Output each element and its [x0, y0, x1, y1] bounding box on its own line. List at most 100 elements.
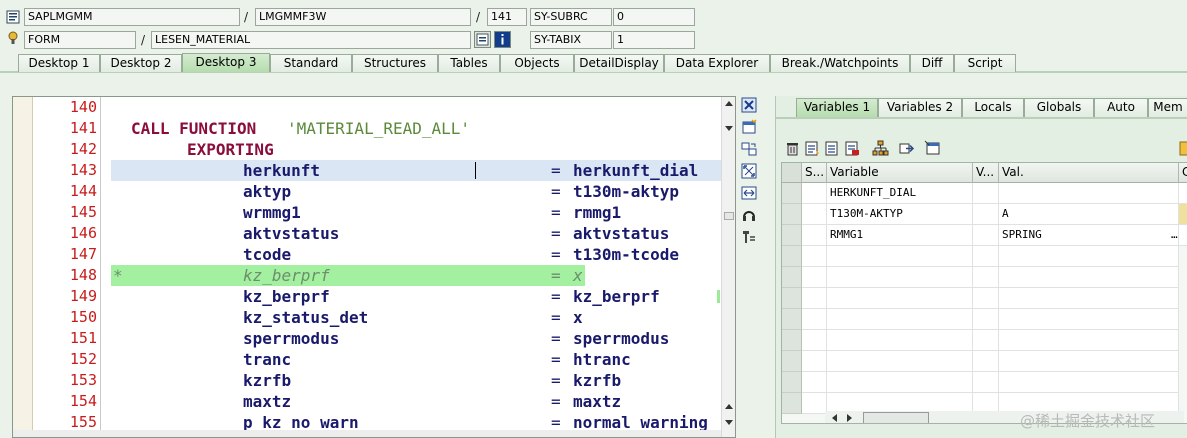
row-selector-header[interactable]: [782, 163, 802, 183]
popup-icon[interactable]: [924, 140, 941, 157]
tab-standard[interactable]: Standard: [270, 54, 352, 72]
program-field[interactable]: SAPLMGMM: [24, 8, 240, 26]
code-line[interactable]: CALL FUNCTION 'MATERIAL_READ_ALL': [111, 118, 721, 139]
variable-value-cell[interactable]: [999, 372, 1179, 393]
source-display-icon[interactable]: [474, 31, 491, 48]
tab-script[interactable]: Script: [954, 54, 1016, 72]
variable-name-cell[interactable]: [827, 267, 973, 288]
sysfield-value[interactable]: 0: [613, 8, 695, 26]
scroll-down-icon[interactable]: [724, 125, 734, 133]
variable-name-cell[interactable]: [827, 246, 973, 267]
column-header-c[interactable]: C: [1179, 163, 1187, 183]
variable-value-cell[interactable]: [999, 288, 1179, 309]
column-header-s[interactable]: S...: [802, 163, 827, 183]
code-line[interactable]: sperrmodus = sperrmodus: [111, 328, 721, 349]
variable-value-cell[interactable]: [999, 183, 1179, 204]
scroll-up-icon[interactable]: [724, 402, 734, 410]
variable-name-cell[interactable]: [827, 351, 973, 372]
code-line[interactable]: EXPORTING: [111, 139, 721, 160]
variable-name-cell[interactable]: [827, 372, 973, 393]
tab-structures[interactable]: Structures: [352, 54, 438, 72]
variable-value-cell[interactable]: A: [999, 204, 1179, 225]
row-selector[interactable]: [782, 183, 802, 204]
code-line[interactable]: wrmmg1 = rmmg1: [111, 202, 721, 223]
code-line[interactable]: kzrfb = kzrfb: [111, 370, 721, 391]
include-field[interactable]: LMGMMF3W: [255, 8, 471, 26]
editor-horizontal-scrollbar[interactable]: [13, 430, 721, 437]
column-header-v[interactable]: V...: [973, 163, 999, 183]
variable-value-cell[interactable]: SPRING…: [999, 225, 1179, 246]
code-area[interactable]: CALL FUNCTION 'MATERIAL_READ_ALL' EXPORTI…: [111, 97, 721, 437]
swap-tool-icon[interactable]: [741, 141, 757, 157]
code-line-cursor[interactable]: herkunft = herkunft_dial: [111, 160, 721, 181]
tab-locals[interactable]: Locals: [962, 98, 1024, 117]
row-selector[interactable]: [782, 225, 802, 246]
scroll-left-icon[interactable]: [831, 414, 839, 422]
event-type-field[interactable]: FORM: [24, 31, 136, 49]
new-window-icon[interactable]: [741, 119, 757, 135]
delete-icon[interactable]: [784, 140, 801, 157]
tool-settings-icon[interactable]: [741, 229, 757, 245]
event-name-field[interactable]: LESEN_MATERIAL: [151, 31, 471, 49]
variable-value-cell[interactable]: [999, 267, 1179, 288]
line-field[interactable]: 141: [487, 8, 527, 26]
scroll-up-icon[interactable]: [724, 99, 734, 107]
tab-data-explorer[interactable]: Data Explorer: [664, 54, 770, 72]
scroll-down-icon[interactable]: [724, 419, 734, 427]
close-icon[interactable]: [741, 97, 757, 113]
variable-value-cell[interactable]: [999, 246, 1179, 267]
variable-value-cell[interactable]: [999, 351, 1179, 372]
variable-name-cell[interactable]: [827, 309, 973, 330]
maximize-icon[interactable]: [741, 163, 757, 179]
variable-name-cell[interactable]: [827, 288, 973, 309]
variable-name-cell[interactable]: HERKUNFT_DIAL: [827, 183, 973, 204]
source-code-editor[interactable]: 140 141 142 143 144 145 146 147 148 149 …: [12, 96, 736, 438]
tab-desktop-2[interactable]: Desktop 2: [100, 54, 182, 72]
tab-memory[interactable]: Mem: [1148, 98, 1187, 117]
row-selector[interactable]: [782, 288, 802, 309]
editor-vertical-scrollbar[interactable]: [721, 97, 735, 437]
tab-diff[interactable]: Diff: [910, 54, 954, 72]
variables-table[interactable]: S... Variable V... Val. C HERKUNFT_DIAL …: [781, 162, 1187, 424]
row-selector[interactable]: [782, 246, 802, 267]
code-line[interactable]: aktvstatus = aktvstatus: [111, 223, 721, 244]
resize-width-icon[interactable]: [741, 185, 757, 201]
row-selector[interactable]: [782, 372, 802, 393]
tab-tables[interactable]: Tables: [438, 54, 500, 72]
scroll-thumb[interactable]: [724, 212, 734, 220]
variable-name-cell[interactable]: [827, 330, 973, 351]
row-selector[interactable]: [782, 330, 802, 351]
info-icon[interactable]: [494, 31, 511, 48]
code-line-comment[interactable]: * kz_berprf = x: [111, 265, 585, 286]
transfer-icon[interactable]: [898, 140, 915, 157]
row-selector[interactable]: [782, 204, 802, 225]
code-line[interactable]: maxtz = maxtz: [111, 391, 721, 412]
services-icon[interactable]: [741, 207, 757, 223]
code-line[interactable]: kz_status_det = x: [111, 307, 721, 328]
hierarchy-icon[interactable]: [872, 140, 889, 157]
tab-desktop-1[interactable]: Desktop 1: [18, 54, 100, 72]
edit-pencil-icon[interactable]: [1179, 204, 1187, 225]
breakpoint-gutter[interactable]: [13, 97, 33, 437]
tab-detail-display[interactable]: DetailDisplay: [574, 54, 664, 72]
scroll-right-icon[interactable]: [845, 414, 853, 422]
tab-desktop-3[interactable]: Desktop 3: [182, 53, 270, 72]
column-header-variable[interactable]: Variable: [827, 163, 973, 183]
variable-name-cell[interactable]: RMMG1: [827, 225, 973, 246]
tab-auto[interactable]: Auto: [1094, 98, 1148, 117]
more-icon[interactable]: [1178, 140, 1187, 157]
tab-breakpoints[interactable]: Break./Watchpoints: [770, 54, 910, 72]
save-variable-icon[interactable]: [844, 140, 861, 157]
tab-globals[interactable]: Globals: [1024, 98, 1094, 117]
edit-list-icon[interactable]: [804, 140, 821, 157]
tab-variables-1[interactable]: Variables 1: [796, 98, 878, 117]
row-selector[interactable]: [782, 351, 802, 372]
row-selector[interactable]: [782, 393, 802, 414]
tab-objects[interactable]: Objects: [500, 54, 574, 72]
scroll-thumb[interactable]: [863, 412, 929, 423]
variable-name-cell[interactable]: T130M-AKTYP: [827, 204, 973, 225]
tab-variables-2[interactable]: Variables 2: [878, 98, 962, 117]
list-icon[interactable]: [824, 140, 841, 157]
code-line[interactable]: tranc = htranc: [111, 349, 721, 370]
code-line[interactable]: aktyp = t130m-aktyp: [111, 181, 721, 202]
